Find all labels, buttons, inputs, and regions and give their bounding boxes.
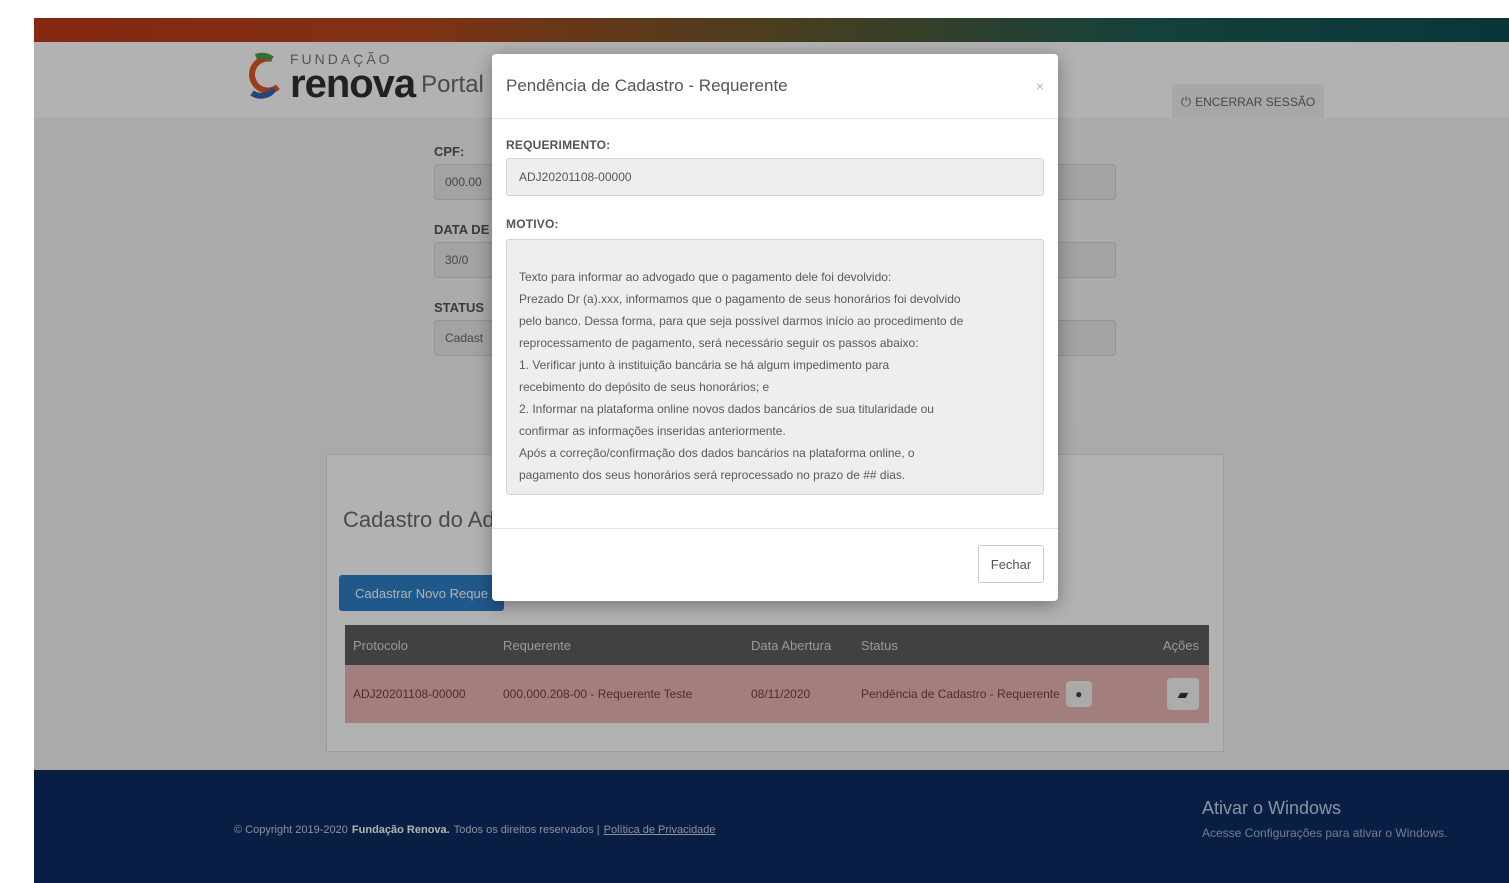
motivo-label: MOTIVO: xyxy=(506,217,559,231)
requerimento-field[interactable]: ADJ20201108-00000 xyxy=(506,158,1044,196)
app-window: FUNDAÇÃO renova Portal ⏻ ENCERRAR SESSÃO… xyxy=(34,18,1509,883)
motivo-line: confirmar as informações inseridas anter… xyxy=(519,424,786,438)
modal-title: Pendência de Cadastro - Requerente xyxy=(506,76,788,95)
modal-divider xyxy=(492,528,1058,529)
motivo-line: reprocessamento de pagamento, será neces… xyxy=(519,336,919,350)
motivo-line: pelo banco. Dessa forma, para que seja p… xyxy=(519,314,964,328)
motivo-textarea[interactable]: Texto para informar ao advogado que o pa… xyxy=(506,239,1044,495)
close-icon[interactable]: × xyxy=(1036,78,1044,94)
close-button[interactable]: Fechar xyxy=(978,545,1044,583)
pending-registration-modal: Pendência de Cadastro - Requerente × REQ… xyxy=(492,54,1058,601)
motivo-line: Prezado Dr (a).xxx, informamos que o pag… xyxy=(519,292,961,306)
motivo-line: 2. Informar na plataforma online novos d… xyxy=(519,402,934,416)
motivo-line: 1. Verificar junto à instituição bancári… xyxy=(519,358,890,372)
requerimento-label: REQUERIMENTO: xyxy=(506,138,611,152)
motivo-line: recebimento do depósito de seus honorári… xyxy=(519,380,770,394)
modal-header: Pendência de Cadastro - Requerente × xyxy=(492,54,1058,119)
motivo-line: pagamento dos seus honorários será repro… xyxy=(519,468,906,482)
motivo-line: Texto para informar ao advogado que o pa… xyxy=(519,270,892,284)
motivo-line: Após a correção/confirmação dos dados ba… xyxy=(519,446,915,460)
